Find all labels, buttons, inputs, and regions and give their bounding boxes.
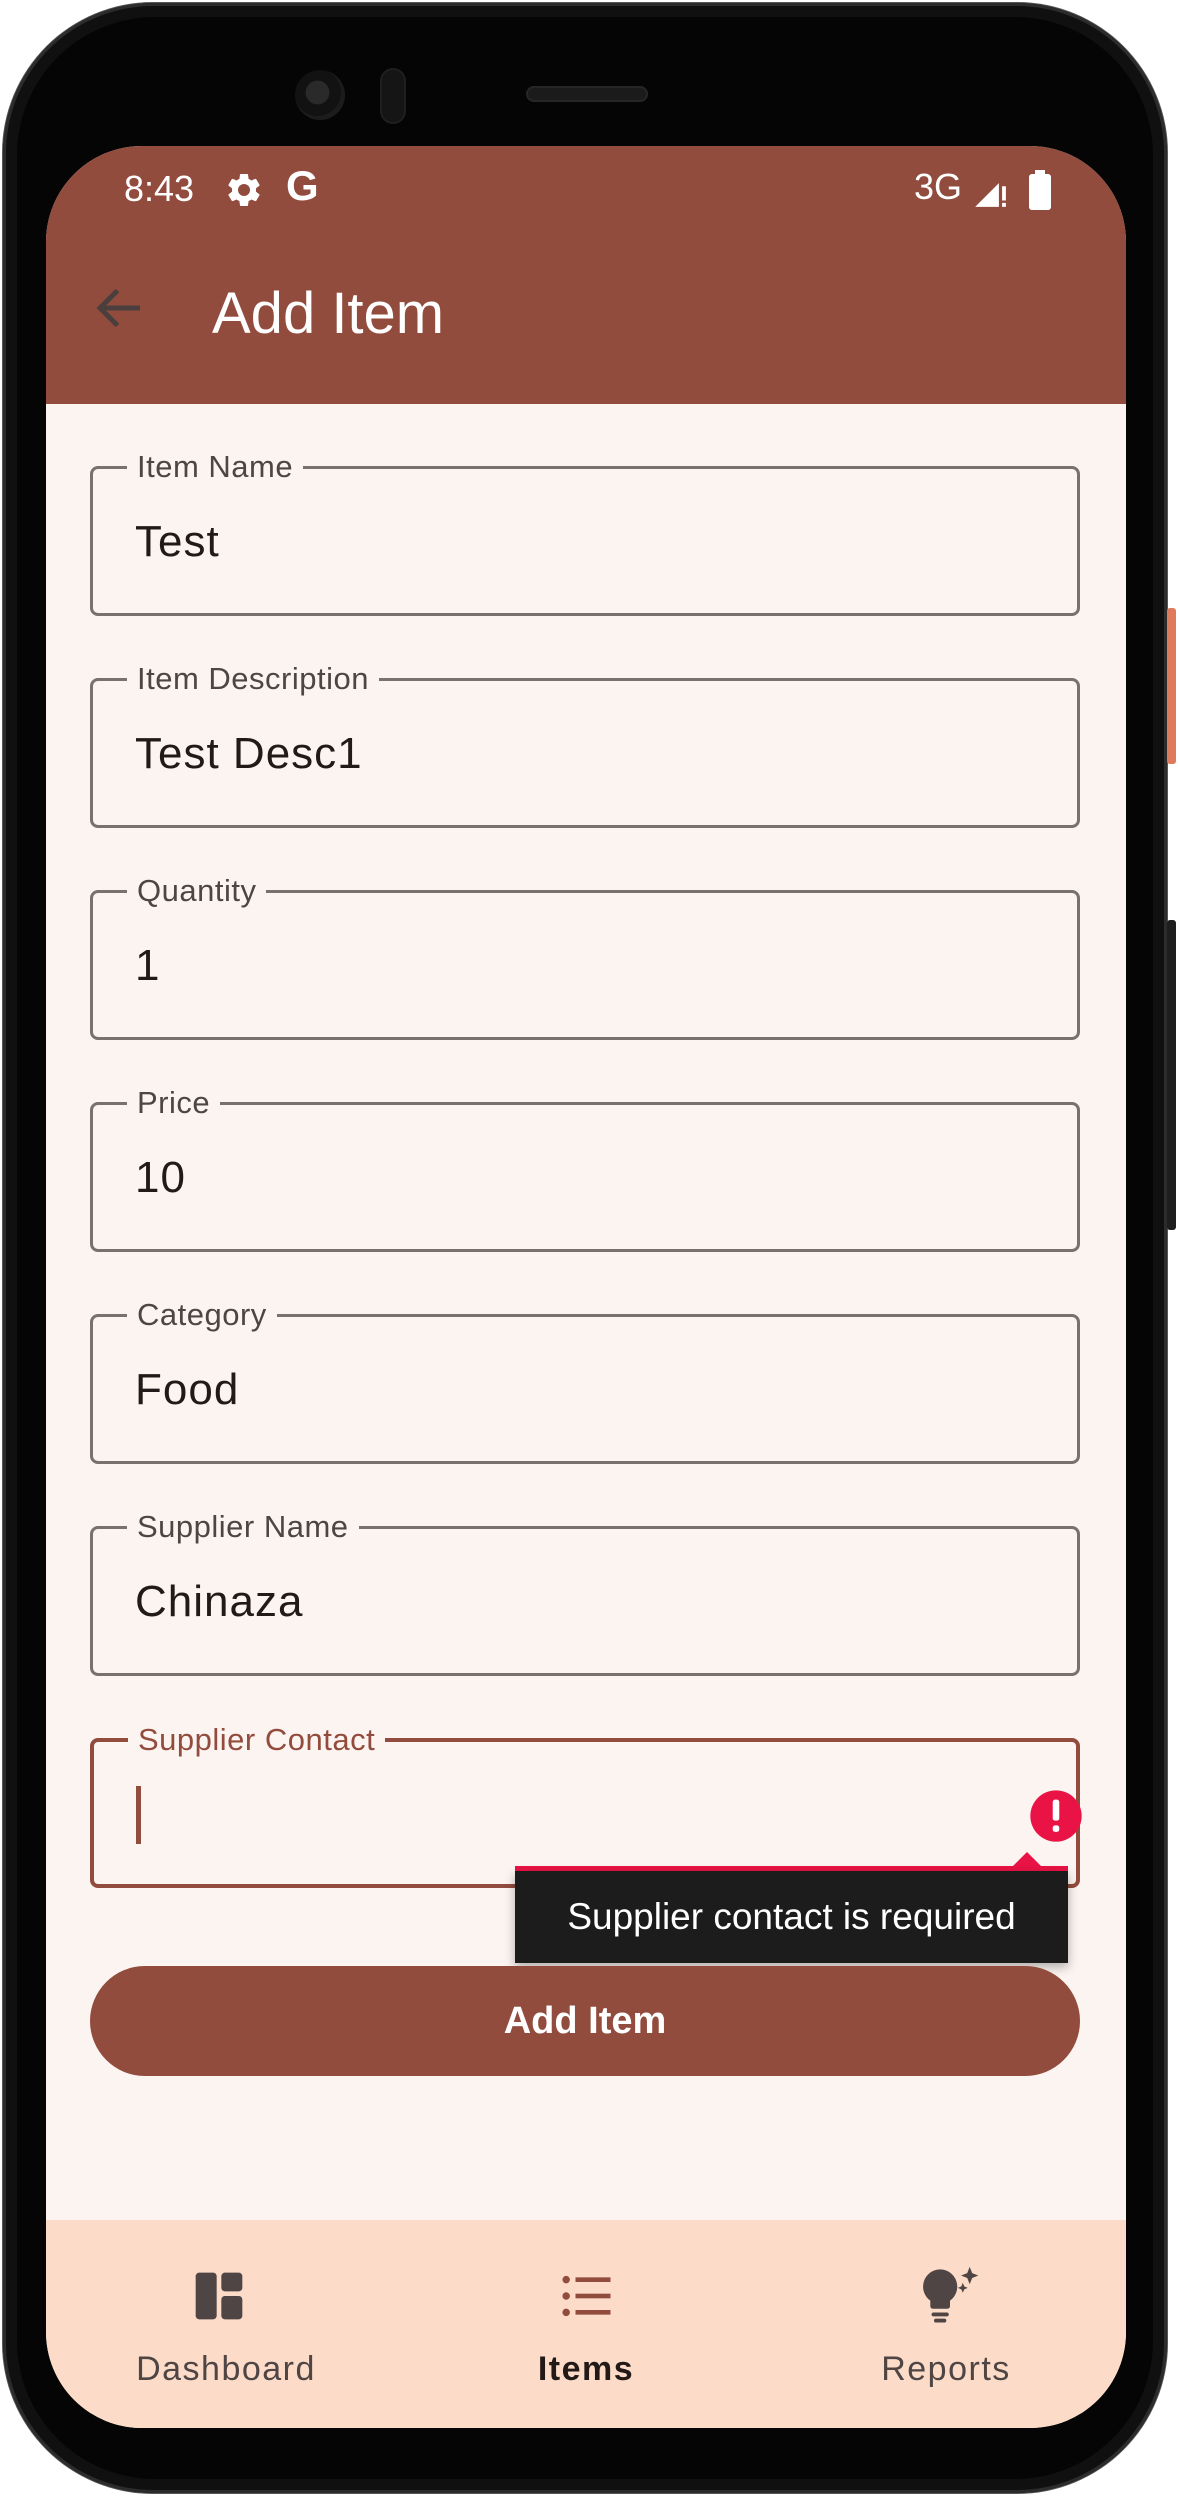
add-item-button[interactable]: Add Item bbox=[90, 1966, 1080, 2076]
nav-label-reports: Reports bbox=[881, 2350, 1011, 2388]
item-name-value: Test bbox=[135, 517, 220, 566]
text-cursor bbox=[136, 1786, 141, 1844]
price-value: 10 bbox=[135, 1153, 186, 1202]
screen: 8:43 G 3G Add Item Item Name Test Item D bbox=[46, 146, 1126, 2428]
item-name-label: Item Name bbox=[127, 449, 304, 485]
item-name-field[interactable]: Item Name Test bbox=[90, 449, 1080, 616]
quantity-value: 1 bbox=[135, 941, 161, 990]
top-app-bar: 8:43 G 3G Add Item bbox=[46, 146, 1126, 404]
price-field[interactable]: Price 10 bbox=[90, 1085, 1080, 1252]
signal-icon bbox=[975, 183, 1006, 207]
status-bar: 8:43 G 3G bbox=[46, 146, 1126, 236]
quantity-field[interactable]: Quantity 1 bbox=[90, 873, 1080, 1040]
volume-button bbox=[1167, 920, 1176, 1230]
page-title: Add Item bbox=[212, 281, 445, 346]
item-description-value: Test Desc1 bbox=[135, 729, 363, 778]
dashboard-icon bbox=[195, 2272, 243, 2320]
supplier-name-label: Supplier Name bbox=[127, 1509, 359, 1545]
network-type: 3G bbox=[914, 166, 963, 207]
supplier-name-field[interactable]: Supplier Name Chinaza bbox=[90, 1509, 1080, 1676]
google-icon: G bbox=[286, 162, 319, 209]
quantity-label: Quantity bbox=[127, 873, 267, 909]
category-field[interactable]: Category Food bbox=[90, 1297, 1080, 1464]
earpiece-speaker bbox=[526, 86, 648, 102]
front-camera bbox=[295, 70, 345, 120]
error-icon[interactable] bbox=[1028, 1788, 1084, 1844]
category-value: Food bbox=[135, 1365, 240, 1414]
proximity-sensor bbox=[380, 68, 406, 124]
nav-label-items: Items bbox=[537, 2350, 635, 2388]
arrow-back-icon[interactable] bbox=[90, 278, 150, 338]
error-tooltip: Supplier contact is required bbox=[515, 1871, 1068, 1963]
gear-icon bbox=[228, 173, 260, 206]
nav-item-dashboard[interactable]: Dashboard bbox=[46, 2220, 406, 2428]
status-time: 8:43 bbox=[124, 168, 195, 209]
bottom-navigation: Dashboard Items Reports bbox=[46, 2220, 1126, 2428]
list-icon bbox=[562, 2275, 611, 2317]
power-button bbox=[1167, 608, 1176, 764]
item-description-label: Item Description bbox=[127, 661, 379, 697]
category-label: Category bbox=[127, 1297, 277, 1333]
battery-icon bbox=[1029, 170, 1051, 210]
item-description-field[interactable]: Item Description Test Desc1 bbox=[90, 661, 1080, 828]
supplier-name-value: Chinaza bbox=[135, 1577, 304, 1626]
lightbulb-icon bbox=[923, 2266, 979, 2323]
nav-item-items[interactable]: Items bbox=[406, 2220, 766, 2428]
price-label: Price bbox=[127, 1085, 221, 1121]
supplier-contact-label: Supplier Contact bbox=[128, 1722, 386, 1758]
nav-label-dashboard: Dashboard bbox=[136, 2350, 316, 2388]
nav-item-reports[interactable]: Reports bbox=[766, 2220, 1126, 2428]
